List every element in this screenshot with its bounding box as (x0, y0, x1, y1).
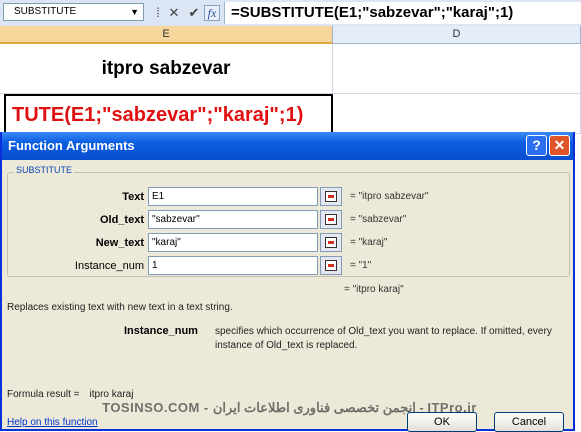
arg-value: = "karaj" (350, 237, 388, 248)
cell-e2-text: TUTE(E1;"sabzevar";"karaj";1) (12, 104, 304, 126)
arg-input-new-text[interactable]: "karaj" (148, 233, 318, 252)
arg-row-old-text: Old_text "sabzevar" = "sabzevar" (8, 210, 569, 230)
cell-e1[interactable]: itpro sabzevar (0, 44, 333, 94)
help-on-function-link[interactable]: Help on this function (7, 417, 98, 428)
arg-value: = "1" (350, 260, 372, 271)
cell-d1[interactable] (333, 44, 581, 94)
arg-input-old-text[interactable]: "sabzevar" (148, 210, 318, 229)
formula-input[interactable]: =SUBSTITUTE(E1;"sabzevar";"karaj";1) (224, 2, 581, 24)
cancel-button[interactable]: Cancel (494, 412, 564, 432)
cell-d2[interactable] (333, 94, 581, 134)
arg-label: New_text (95, 237, 144, 249)
cell-e2[interactable]: TUTE(E1;"sabzevar";"karaj";1) (4, 94, 333, 134)
arg-row-instance-num: Instance_num 1 = "1" (8, 256, 569, 276)
cancel-icon[interactable]: ✕ (166, 5, 182, 21)
collapse-dialog-icon[interactable] (320, 210, 342, 229)
arg-value: = "itpro sabzevar" (350, 191, 429, 202)
name-box[interactable]: SUBSTITUTE ▼ (3, 3, 144, 21)
arg-label: Instance_num (74, 260, 144, 272)
close-icon[interactable]: ✕ (549, 135, 570, 156)
formula-buttons: ⁞ ✕ ✔ fx (148, 3, 222, 22)
formula-result-value: itpro karaj (89, 389, 134, 400)
collapse-dialog-icon[interactable] (320, 187, 342, 206)
column-header-e[interactable]: E (0, 26, 333, 44)
chevron-down-icon[interactable]: ▼ (130, 4, 139, 20)
formula-bar: SUBSTITUTE ▼ ⁞ ✕ ✔ fx =SUBSTITUTE(E1;"sa… (0, 0, 581, 27)
collapse-dialog-icon[interactable] (320, 256, 342, 275)
arg-row-text: Text E1 = "itpro sabzevar" (8, 187, 569, 207)
function-result: = "itpro karaj" (344, 284, 404, 295)
arg-help-name: Instance_num (124, 325, 198, 337)
insert-function-icon[interactable]: fx (204, 5, 220, 21)
arg-input-instance-num[interactable]: 1 (148, 256, 318, 275)
arguments-group: SUBSTITUTE Text E1 = "itpro sabzevar" Ol… (7, 165, 570, 277)
arg-value: = "sabzevar" (350, 214, 407, 225)
arg-label: Text (122, 191, 144, 203)
formula-result-label: Formula result = (7, 389, 80, 400)
dialog-title: Function Arguments (8, 138, 135, 153)
function-name: SUBSTITUTE (14, 165, 75, 175)
function-description: Replaces existing text with new text in … (7, 302, 233, 313)
separator-icon: ⁞ (156, 5, 160, 20)
function-arguments-dialog: Function Arguments ? ✕ SUBSTITUTE Text E… (0, 132, 575, 432)
help-icon[interactable]: ? (526, 135, 547, 156)
watermark: TOSINSO.COM - انجمن تخصصی فناوری اطلاعات… (102, 400, 477, 415)
name-box-value: SUBSTITUTE (14, 6, 77, 17)
arg-label: Old_text (99, 214, 144, 226)
column-header-d[interactable]: D (333, 26, 581, 44)
ok-button[interactable]: OK (407, 412, 477, 432)
formula-result: Formula result = itpro karaj (7, 389, 133, 400)
dialog-titlebar[interactable]: Function Arguments ? ✕ (2, 132, 573, 160)
arg-input-text[interactable]: E1 (148, 187, 318, 206)
enter-icon[interactable]: ✔ (186, 5, 202, 21)
arg-help-text: specifies which occurrence of Old_text y… (215, 326, 552, 351)
collapse-dialog-icon[interactable] (320, 233, 342, 252)
arg-row-new-text: New_text "karaj" = "karaj" (8, 233, 569, 253)
